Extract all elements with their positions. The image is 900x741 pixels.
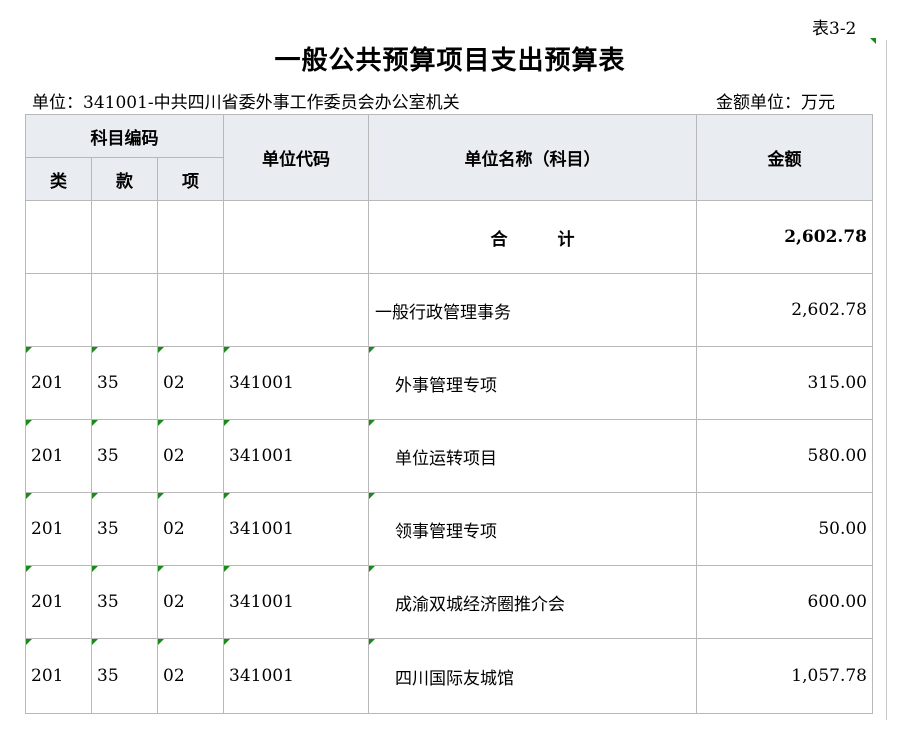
cell-kuan: 35 <box>91 346 158 420</box>
cell-xiang: 02 <box>157 346 224 420</box>
header-unit-name: 单位名称（科目） <box>368 114 697 201</box>
cell-project-name: 成渝双城经济圈推介会 <box>368 565 697 639</box>
category-row: 一般行政管理事务 2,602.78 <box>25 273 873 347</box>
cell-unit-code: 341001 <box>223 565 369 639</box>
total-label: 合计 <box>368 200 697 274</box>
cell-kuan: 35 <box>91 638 158 714</box>
cell-unit-code: 341001 <box>223 492 369 566</box>
cell-amount: 50.00 <box>696 492 873 566</box>
cell-lei: 201 <box>25 346 92 420</box>
cell-kuan: 35 <box>91 419 158 493</box>
table-number: 表3-2 <box>812 19 857 39</box>
cell-project-name: 四川国际友城馆 <box>368 638 697 714</box>
header-lei: 类 <box>25 157 92 201</box>
header-kuan: 款 <box>91 157 158 201</box>
page-title: 一般公共预算项目支出预算表 <box>274 46 626 76</box>
table-row: 201 35 02 341001 单位运转项目 580.00 <box>25 419 873 493</box>
cell-unit-code: 341001 <box>223 419 369 493</box>
budget-table: 科目编码 单位代码 单位名称（科目） 金额 类 款 项 合计 2,602.78 … <box>25 114 873 714</box>
cell-xiang: 02 <box>157 492 224 566</box>
category-name: 一般行政管理事务 <box>368 273 697 347</box>
cell-amount: 600.00 <box>696 565 873 639</box>
cell-amount: 315.00 <box>696 346 873 420</box>
money-unit-label: 金额单位：万元 <box>716 93 835 113</box>
table-row: 201 35 02 341001 领事管理专项 50.00 <box>25 492 873 566</box>
cell-amount: 1,057.78 <box>696 638 873 714</box>
cell-xiang: 02 <box>157 565 224 639</box>
cell-amount: 580.00 <box>696 419 873 493</box>
cell-kuan: 35 <box>91 492 158 566</box>
header-row-1: 科目编码 单位代码 单位名称（科目） 金额 <box>25 114 873 201</box>
total-row: 合计 2,602.78 <box>25 200 873 274</box>
header-unit-code: 单位代码 <box>223 114 369 201</box>
table-row: 201 35 02 341001 四川国际友城馆 1,057.78 <box>25 638 873 714</box>
category-amount: 2,602.78 <box>696 273 873 347</box>
cell-lei: 201 <box>25 638 92 714</box>
cell-project-name: 领事管理专项 <box>368 492 697 566</box>
cell-lei: 201 <box>25 565 92 639</box>
unit-label: 单位：341001-中共四川省委外事工作委员会办公室机关 <box>32 93 460 113</box>
table-row: 201 35 02 341001 外事管理专项 315.00 <box>25 346 873 420</box>
cell-xiang: 02 <box>157 419 224 493</box>
cell-xiang: 02 <box>157 638 224 714</box>
header-amount: 金额 <box>696 114 873 201</box>
header-xiang: 项 <box>157 157 224 201</box>
cell-project-name: 单位运转项目 <box>368 419 697 493</box>
cell-lei: 201 <box>25 492 92 566</box>
cell-lei: 201 <box>25 419 92 493</box>
cell-project-name: 外事管理专项 <box>368 346 697 420</box>
total-amount: 2,602.78 <box>696 200 873 274</box>
cell-unit-code: 341001 <box>223 346 369 420</box>
page-edge-line <box>886 40 887 720</box>
cell-unit-code: 341001 <box>223 638 369 714</box>
header-subject-code: 科目编码 <box>25 114 224 158</box>
cell-kuan: 35 <box>91 565 158 639</box>
table-row: 201 35 02 341001 成渝双城经济圈推介会 600.00 <box>25 565 873 639</box>
